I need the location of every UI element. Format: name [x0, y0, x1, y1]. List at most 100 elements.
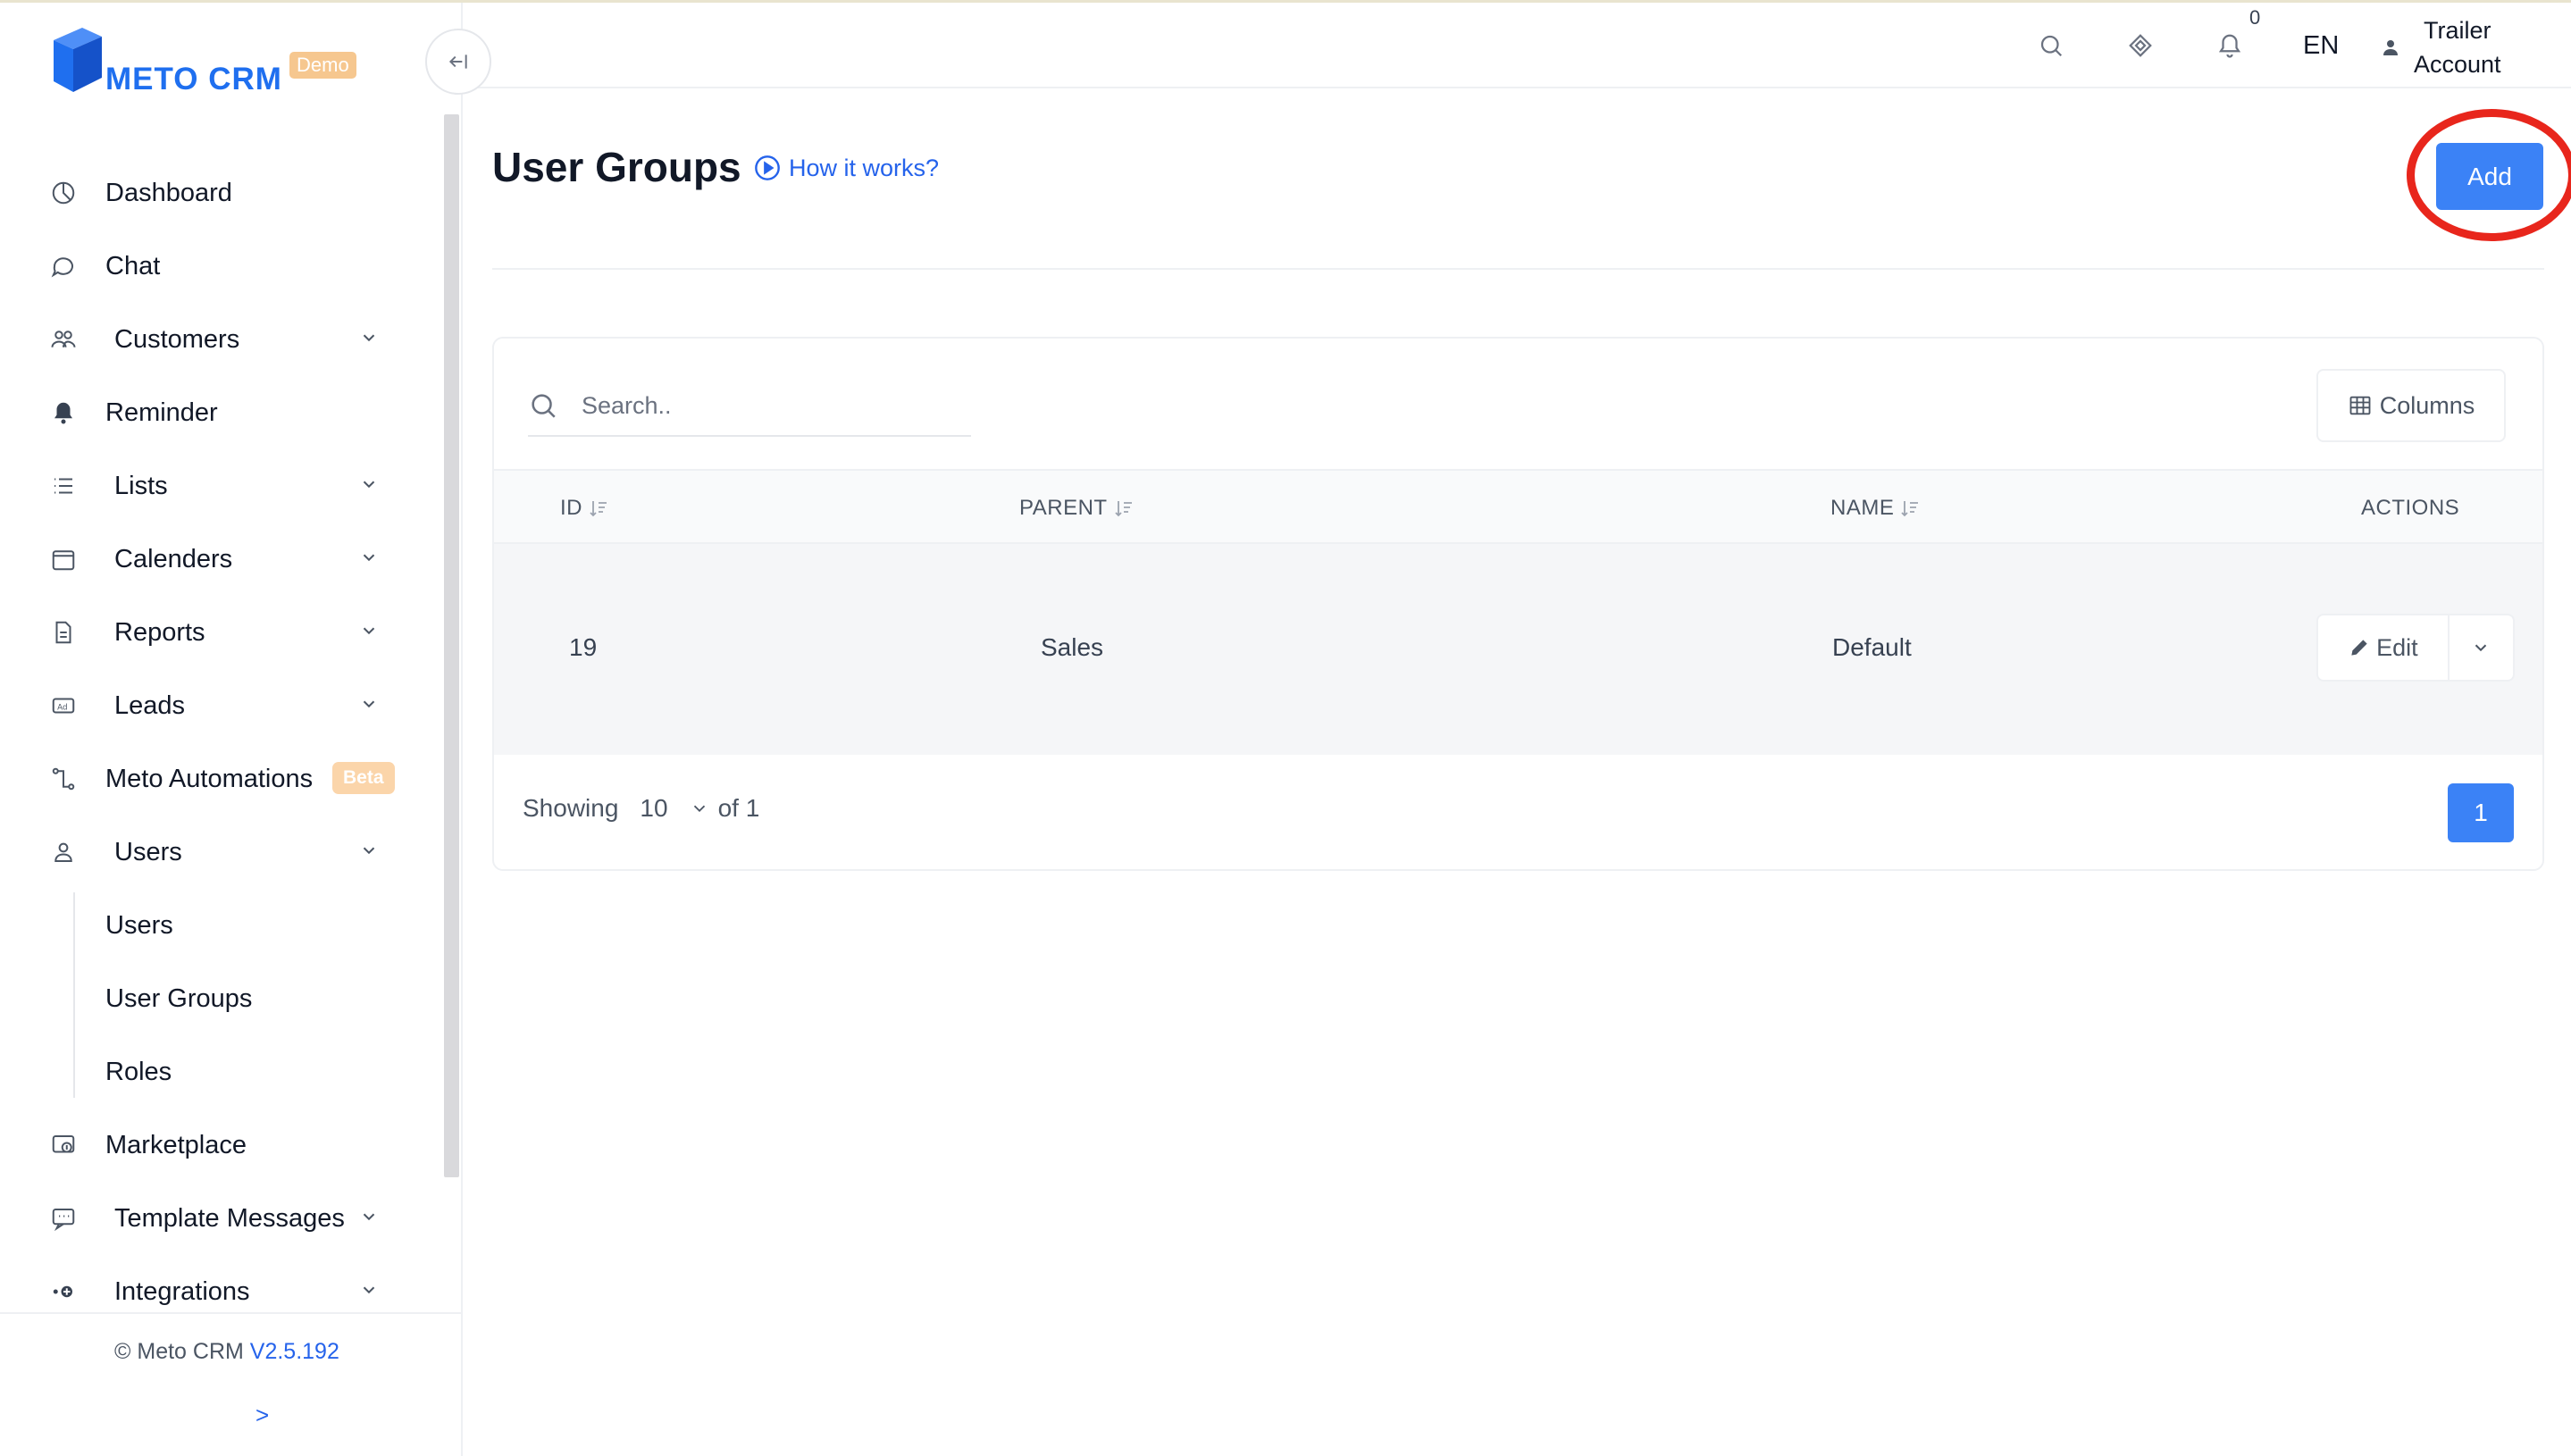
sort-icon	[1901, 501, 1919, 517]
account-user-icon	[2383, 40, 2398, 55]
sidebar-item-customers[interactable]: Customers	[0, 303, 438, 376]
page-title: User Groups	[492, 144, 741, 190]
edit-button[interactable]: Edit	[2318, 615, 2448, 680]
sidebar-item-label: Dashboard	[105, 178, 232, 207]
column-header-label: ACTIONS	[2361, 496, 2460, 520]
search-icon[interactable]	[2035, 29, 2067, 62]
chevron-down-icon[interactable]	[359, 621, 379, 645]
dashboard-icon	[48, 178, 79, 208]
template-message-icon	[48, 1203, 79, 1234]
search-box	[528, 374, 971, 437]
svg-text:Ad: Ad	[57, 703, 67, 712]
page-1-button[interactable]: 1	[2448, 783, 2514, 842]
sidebar-item-label: Chat	[105, 251, 161, 280]
column-header-id[interactable]: ID	[560, 496, 609, 521]
table-columns-icon	[2349, 396, 2371, 415]
showing-label: Showing	[523, 794, 619, 822]
play-circle-icon	[755, 155, 780, 180]
sidebar-item-leads[interactable]: Ad Leads	[0, 669, 438, 742]
columns-button[interactable]: Columns	[2316, 369, 2506, 442]
sidebar-item-integrations[interactable]: Integrations	[0, 1255, 438, 1328]
sidebar-item-reports[interactable]: Reports	[0, 596, 438, 669]
collapse-left-icon	[448, 54, 467, 69]
search-icon	[532, 394, 556, 418]
topbar: 0 EN Trailer Account	[463, 3, 2571, 88]
sidebar-item-label: Calenders	[114, 544, 233, 573]
sidebar-subitem-users[interactable]: Users	[0, 889, 438, 962]
sidebar-expand-button[interactable]: >	[255, 1402, 269, 1429]
sidebar-item-lists[interactable]: Lists	[0, 449, 438, 523]
header-divider	[492, 268, 2544, 270]
chevron-down-icon[interactable]	[359, 548, 379, 572]
sidebar-item-dashboard[interactable]: Dashboard	[0, 156, 438, 230]
add-button[interactable]: Add	[2436, 143, 2543, 210]
customers-icon	[48, 324, 79, 355]
column-header-label: ID	[560, 496, 582, 520]
demo-badge: Demo	[289, 52, 356, 79]
sidebar-item-meto-automations[interactable]: Meto Automations Beta	[0, 742, 438, 816]
sidebar-item-calenders[interactable]: Calenders	[0, 523, 438, 596]
chevron-down-icon[interactable]	[359, 1280, 379, 1304]
table-row[interactable]: 19 Sales Default Edit	[494, 544, 2542, 755]
beta-badge: Beta	[332, 762, 395, 794]
table-header: ID PARENT NAME ACTIONS	[494, 469, 2542, 544]
sidebar-scrollbar[interactable]	[444, 114, 459, 1177]
sidebar-item-marketplace[interactable]: Marketplace	[0, 1109, 438, 1182]
chevron-down-icon[interactable]	[359, 474, 379, 498]
sidebar-item-label: Integrations	[114, 1276, 250, 1306]
page-size-select[interactable]: 10	[640, 794, 667, 823]
cell-id: 19	[569, 633, 598, 661]
row-actions-dropdown[interactable]	[2447, 615, 2513, 680]
sidebar-item-users[interactable]: Users	[0, 816, 438, 889]
notification-count: 0	[2249, 6, 2261, 29]
notification-bell-icon[interactable]	[2214, 29, 2246, 62]
sidebar-item-template-messages[interactable]: Template Messages	[0, 1182, 438, 1255]
calendar-icon	[48, 544, 79, 574]
column-header-label: PARENT	[1019, 496, 1108, 520]
sidebar-item-chat[interactable]: Chat	[0, 230, 438, 303]
sidebar-item-label: Reminder	[105, 397, 218, 427]
sidebar-item-label: Lists	[114, 471, 168, 500]
account-name-line2: Account	[2414, 51, 2501, 78]
diamond-grid-icon[interactable]	[2124, 29, 2156, 62]
sidebar-item-label: Leads	[114, 690, 186, 720]
cell-parent: Sales	[1041, 633, 1104, 661]
search-input[interactable]	[582, 385, 957, 426]
sidebar-item-label: Reports	[114, 617, 205, 647]
sidebar-subitem-label: Users	[105, 910, 173, 940]
user-groups-table-card: Columns ID PARENT NAME ACTIONS 19 Sales …	[492, 337, 2544, 871]
page-total-label: of 1	[717, 794, 760, 822]
sidebar-subitem-user-groups[interactable]: User Groups	[0, 962, 438, 1035]
copyright-text: © Meto CRM V2.5.192	[114, 1339, 339, 1365]
sort-icon	[590, 501, 607, 517]
user-icon	[48, 837, 79, 867]
column-header-name[interactable]: NAME	[1830, 496, 1921, 521]
version-link[interactable]: V2.5.192	[250, 1339, 339, 1364]
sidebar-item-reminder[interactable]: Reminder	[0, 376, 438, 449]
sidebar-subitem-roles[interactable]: Roles	[0, 1035, 438, 1109]
brand-logo[interactable]: METO CRM Demo	[46, 24, 386, 105]
sidebar-nav: Dashboard Chat Customers Reminder Lists …	[0, 156, 438, 1328]
account-name-line1: Trailer	[2424, 17, 2491, 44]
chevron-down-icon	[2475, 644, 2487, 652]
chevron-down-icon[interactable]	[359, 841, 379, 865]
submenu-indent-line	[73, 892, 75, 1098]
chevron-down-icon[interactable]	[359, 1207, 379, 1231]
language-selector[interactable]: EN	[2303, 31, 2339, 61]
account-menu[interactable]: Trailer Account	[2380, 13, 2501, 81]
column-header-actions: ACTIONS	[2361, 496, 2459, 521]
sidebar-item-label: Customers	[114, 324, 240, 354]
automation-icon	[48, 764, 79, 794]
how-it-works-link[interactable]: How it works?	[753, 154, 939, 182]
sidebar: METO CRM Demo Dashboard Chat Customers R…	[0, 3, 463, 1456]
chevron-down-icon[interactable]	[359, 328, 379, 352]
sidebar-item-label: Marketplace	[105, 1130, 247, 1159]
cell-name: Default	[1832, 633, 1912, 661]
chevron-down-icon[interactable]	[359, 694, 379, 718]
chevron-down-icon[interactable]	[690, 799, 709, 818]
copyright-label: © Meto CRM	[114, 1339, 244, 1364]
column-header-parent[interactable]: PARENT	[1019, 496, 1135, 521]
collapse-sidebar-button[interactable]	[425, 29, 491, 95]
sidebar-subitem-label: Roles	[105, 1057, 172, 1086]
sort-icon	[1114, 501, 1132, 517]
